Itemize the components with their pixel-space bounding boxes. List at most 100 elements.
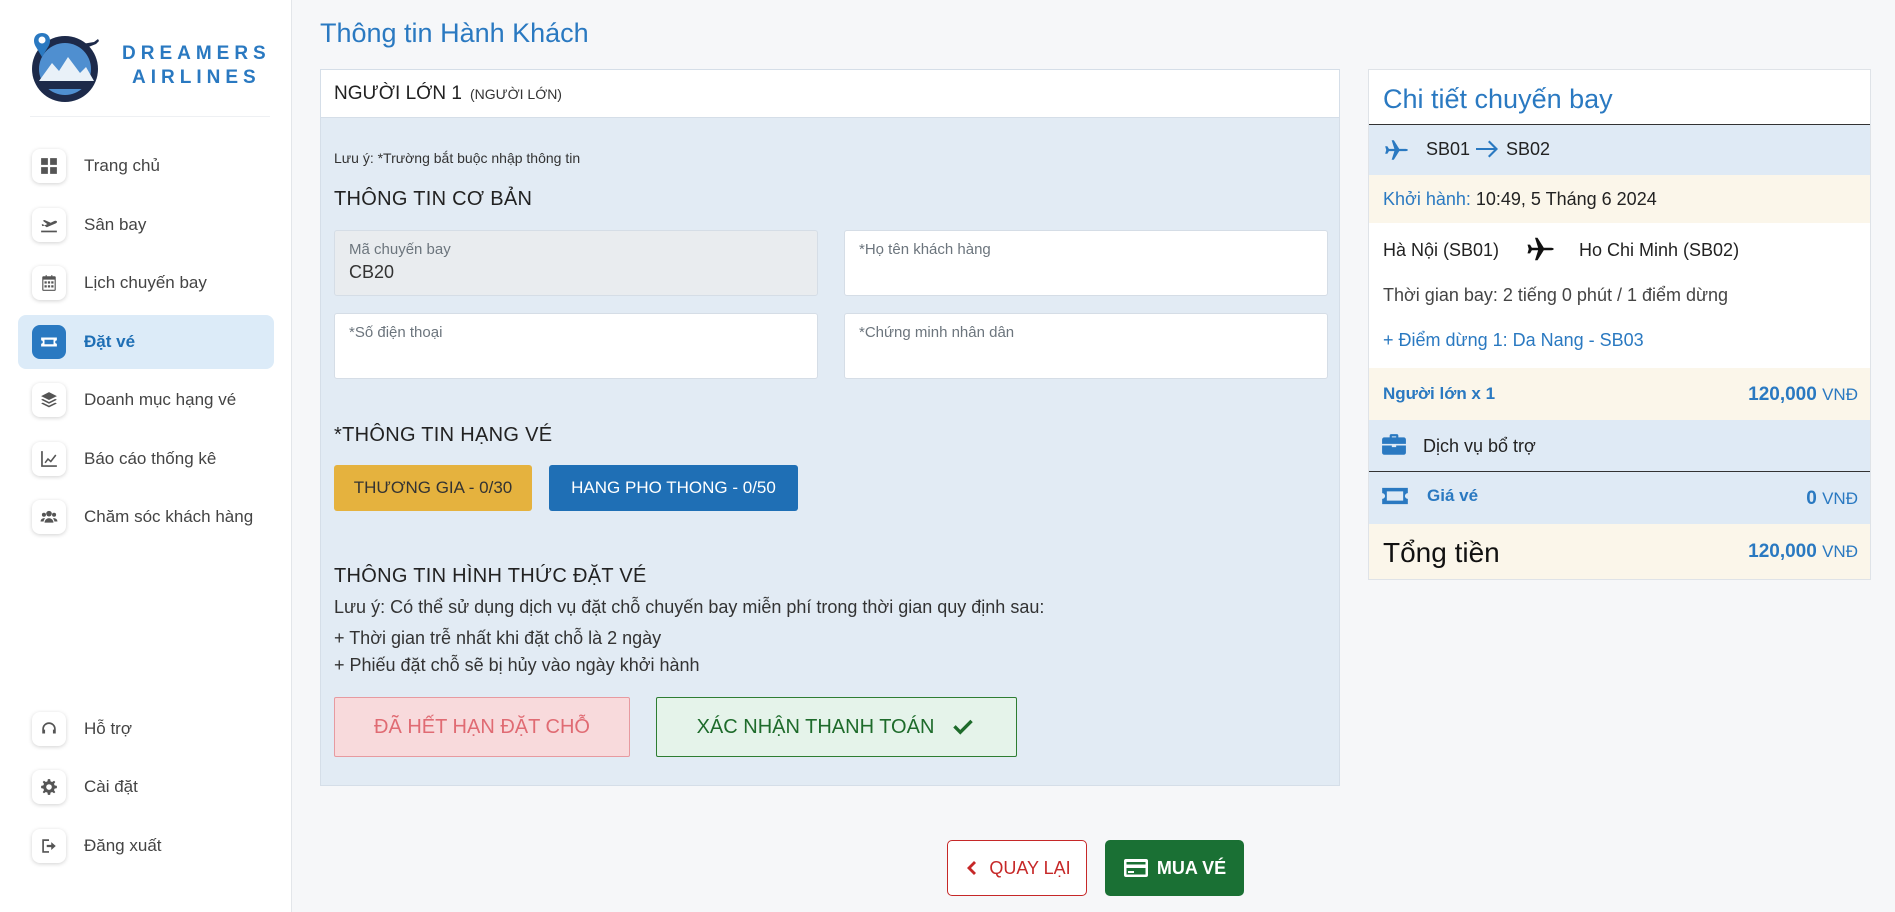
sidebar-item-logout[interactable]: Đăng xuất [18, 819, 274, 873]
full-name-label: *Họ tên khách hàng [859, 241, 991, 258]
phone-label: *Số điện thoại [349, 324, 443, 341]
sidebar-item-label: Đặt vé [84, 332, 136, 351]
credit-card-icon [1123, 859, 1148, 877]
adult-fare-price: 120,000 VNĐ [1748, 384, 1858, 406]
buy-ticket-button[interactable]: MUA VÉ [1105, 840, 1244, 896]
back-button-label: QUAY LẠI [989, 857, 1071, 878]
users-icon [32, 500, 66, 534]
sidebar-item-ticket-classes[interactable]: Doanh mục hạng vé [18, 373, 274, 427]
flight-duration: Thời gian bay: 2 tiếng 0 phút / 1 điểm d… [1383, 285, 1729, 305]
buy-ticket-label: MUA VÉ [1156, 857, 1227, 878]
adult-fare-amount: 120,000 [1748, 384, 1817, 405]
chevron-left-icon [967, 861, 977, 875]
total-price: 120,000 VNĐ [1748, 541, 1858, 563]
reservation-expired-button: ĐÃ HẾT HẠN ĐẶT CHỖ [334, 697, 630, 757]
headphones-icon [32, 712, 66, 746]
id-card-label: *Chứng minh nhân dân [859, 324, 1015, 341]
airplane-icon [1527, 237, 1554, 261]
basic-info-title: THÔNG TIN CƠ BẢN [334, 188, 533, 210]
required-note: Lưu ý: *Trường bắt buộc nhập thông tin [334, 150, 581, 166]
gear-icon [32, 770, 66, 804]
sidebar-item-label: Cài đặt [84, 777, 138, 796]
calendar-icon [32, 266, 66, 300]
sidebar-item-home[interactable]: Trang chủ [18, 139, 274, 193]
departure-label: Khởi hành: [1383, 189, 1471, 209]
total-label: Tổng tiền [1383, 537, 1500, 568]
departure-value: 10:49, 5 Tháng 6 2024 [1475, 189, 1657, 209]
plane-departure-icon [32, 208, 66, 242]
extra-services-row[interactable]: Dịch vụ bổ trợ [1369, 420, 1870, 472]
sidebar-item-customer-care[interactable]: Chăm sóc khách hàng [18, 490, 274, 544]
full-name-input[interactable]: *Họ tên khách hàng [844, 230, 1328, 296]
booking-rule-2: + Phiếu đặt chỗ sẽ bị hủy vào ngày khởi … [334, 655, 700, 675]
flight-detail-card: Chi tiết chuyến bay SB01 SB02 Khởi hành:… [1368, 69, 1871, 580]
origin-city: Hà Nội (SB01) [1383, 240, 1500, 260]
ticket-price-row: Giá vé 0 VNĐ [1369, 472, 1870, 524]
sidebar-item-label: Chăm sóc khách hàng [84, 507, 254, 526]
route-row: SB01 SB02 [1369, 125, 1870, 175]
sidebar-item-airports[interactable]: Sân bay [18, 198, 274, 252]
economy-class-button[interactable]: HANG PHO THONG - 0/50 [549, 465, 798, 511]
back-button[interactable]: QUAY LẠI [947, 840, 1087, 896]
sidebar-item-label: Sân bay [84, 215, 147, 234]
confirm-payment-label: XÁC NHẬN THANH TOÁN [696, 715, 935, 738]
id-card-input[interactable]: *Chứng minh nhân dân [844, 313, 1328, 379]
total-amount: 120,000 [1748, 541, 1817, 562]
departure-row: Khởi hành: 10:49, 5 Tháng 6 2024 [1369, 175, 1870, 223]
logout-icon [32, 829, 66, 863]
passenger-type: (NGƯỜI LỚN) [470, 85, 562, 102]
route-from-code: SB01 [1426, 139, 1471, 159]
currency-unit: VNĐ [1822, 385, 1858, 404]
windows-icon [32, 149, 66, 183]
sidebar-item-label: Lịch chuyến bay [84, 273, 207, 292]
sidebar-item-reports[interactable]: Báo cáo thống kê [18, 432, 274, 486]
departure-text: Khởi hành: 10:49, 5 Tháng 6 2024 [1383, 189, 1657, 210]
destination-city: Ho Chi Minh (SB02) [1579, 240, 1740, 260]
flight-detail-title: Chi tiết chuyến bay [1383, 84, 1613, 114]
brand-name: DREAMERS AIRLINES [122, 42, 271, 90]
total-row: Tổng tiền 120,000 VNĐ [1369, 524, 1870, 579]
airline-logo-icon [32, 32, 99, 102]
ticket-price: 0 VNĐ [1806, 488, 1858, 510]
ticket-price-amount: 0 [1806, 488, 1817, 509]
sidebar-item-label: Báo cáo thống kê [84, 449, 217, 468]
layers-icon [32, 383, 66, 417]
check-icon [953, 719, 974, 735]
route-to-code: SB02 [1506, 139, 1551, 159]
flight-code-label: Mã chuyến bay [349, 241, 451, 258]
sidebar: DREAMERS AIRLINES Trang chủ Sân bay Lịch… [0, 0, 292, 912]
sidebar-divider [30, 116, 270, 117]
sidebar-item-label: Doanh mục hạng vé [84, 390, 237, 409]
brand-logo[interactable]: DREAMERS AIRLINES [28, 28, 268, 103]
sidebar-item-booking[interactable]: Đặt vé [18, 315, 274, 369]
booking-rule-1: + Thời gian trễ nhất khi đặt chỗ là 2 ng… [334, 628, 662, 648]
sidebar-item-flight-schedule[interactable]: Lịch chuyến bay [18, 256, 274, 310]
brand-line2: AIRLINES [132, 66, 261, 88]
ticket-class-title: *THÔNG TIN HẠNG VÉ [334, 424, 553, 446]
adult-fare-row: Người lớn x 1 120,000 VNĐ [1369, 368, 1870, 420]
flight-code-field: Mã chuyến bay CB20 [334, 230, 818, 296]
arrow-right-icon [1476, 140, 1498, 158]
page-title: Thông tin Hành Khách [320, 18, 589, 48]
stopover-info: + Điểm dừng 1: Da Nang - SB03 [1383, 330, 1644, 350]
business-class-button[interactable]: THƯƠNG GIA - 0/30 [334, 465, 532, 511]
sidebar-item-label: Hỗ trợ [84, 719, 132, 738]
ticket-price-label: Giá vé [1427, 486, 1479, 505]
brand-line1: DREAMERS [122, 42, 271, 64]
confirm-payment-button[interactable]: XÁC NHẬN THANH TOÁN [656, 697, 1017, 757]
airplane-icon [1385, 140, 1408, 160]
sidebar-item-settings[interactable]: Cài đặt [18, 760, 274, 814]
extra-services-label: Dịch vụ bổ trợ [1423, 436, 1536, 456]
ticket-icon [1382, 487, 1408, 505]
passenger-header: NGƯỜI LỚN 1 (NGƯỜI LỚN) [321, 70, 1339, 118]
briefcase-icon [1382, 434, 1406, 455]
sidebar-item-support[interactable]: Hỗ trợ [18, 702, 274, 756]
flight-code-value: CB20 [349, 262, 395, 282]
passenger-title: NGƯỜI LỚN 1 [334, 82, 462, 104]
booking-note: Lưu ý: Có thể sử dụng dịch vụ đặt chỗ ch… [334, 597, 1045, 617]
passenger-form-card: NGƯỜI LỚN 1 (NGƯỜI LỚN) Lưu ý: *Trường b… [320, 69, 1340, 786]
phone-input[interactable]: *Số điện thoại [334, 313, 818, 379]
chart-line-icon [32, 442, 66, 476]
currency-unit: VNĐ [1822, 542, 1858, 561]
adult-fare-label: Người lớn x 1 [1383, 384, 1496, 403]
